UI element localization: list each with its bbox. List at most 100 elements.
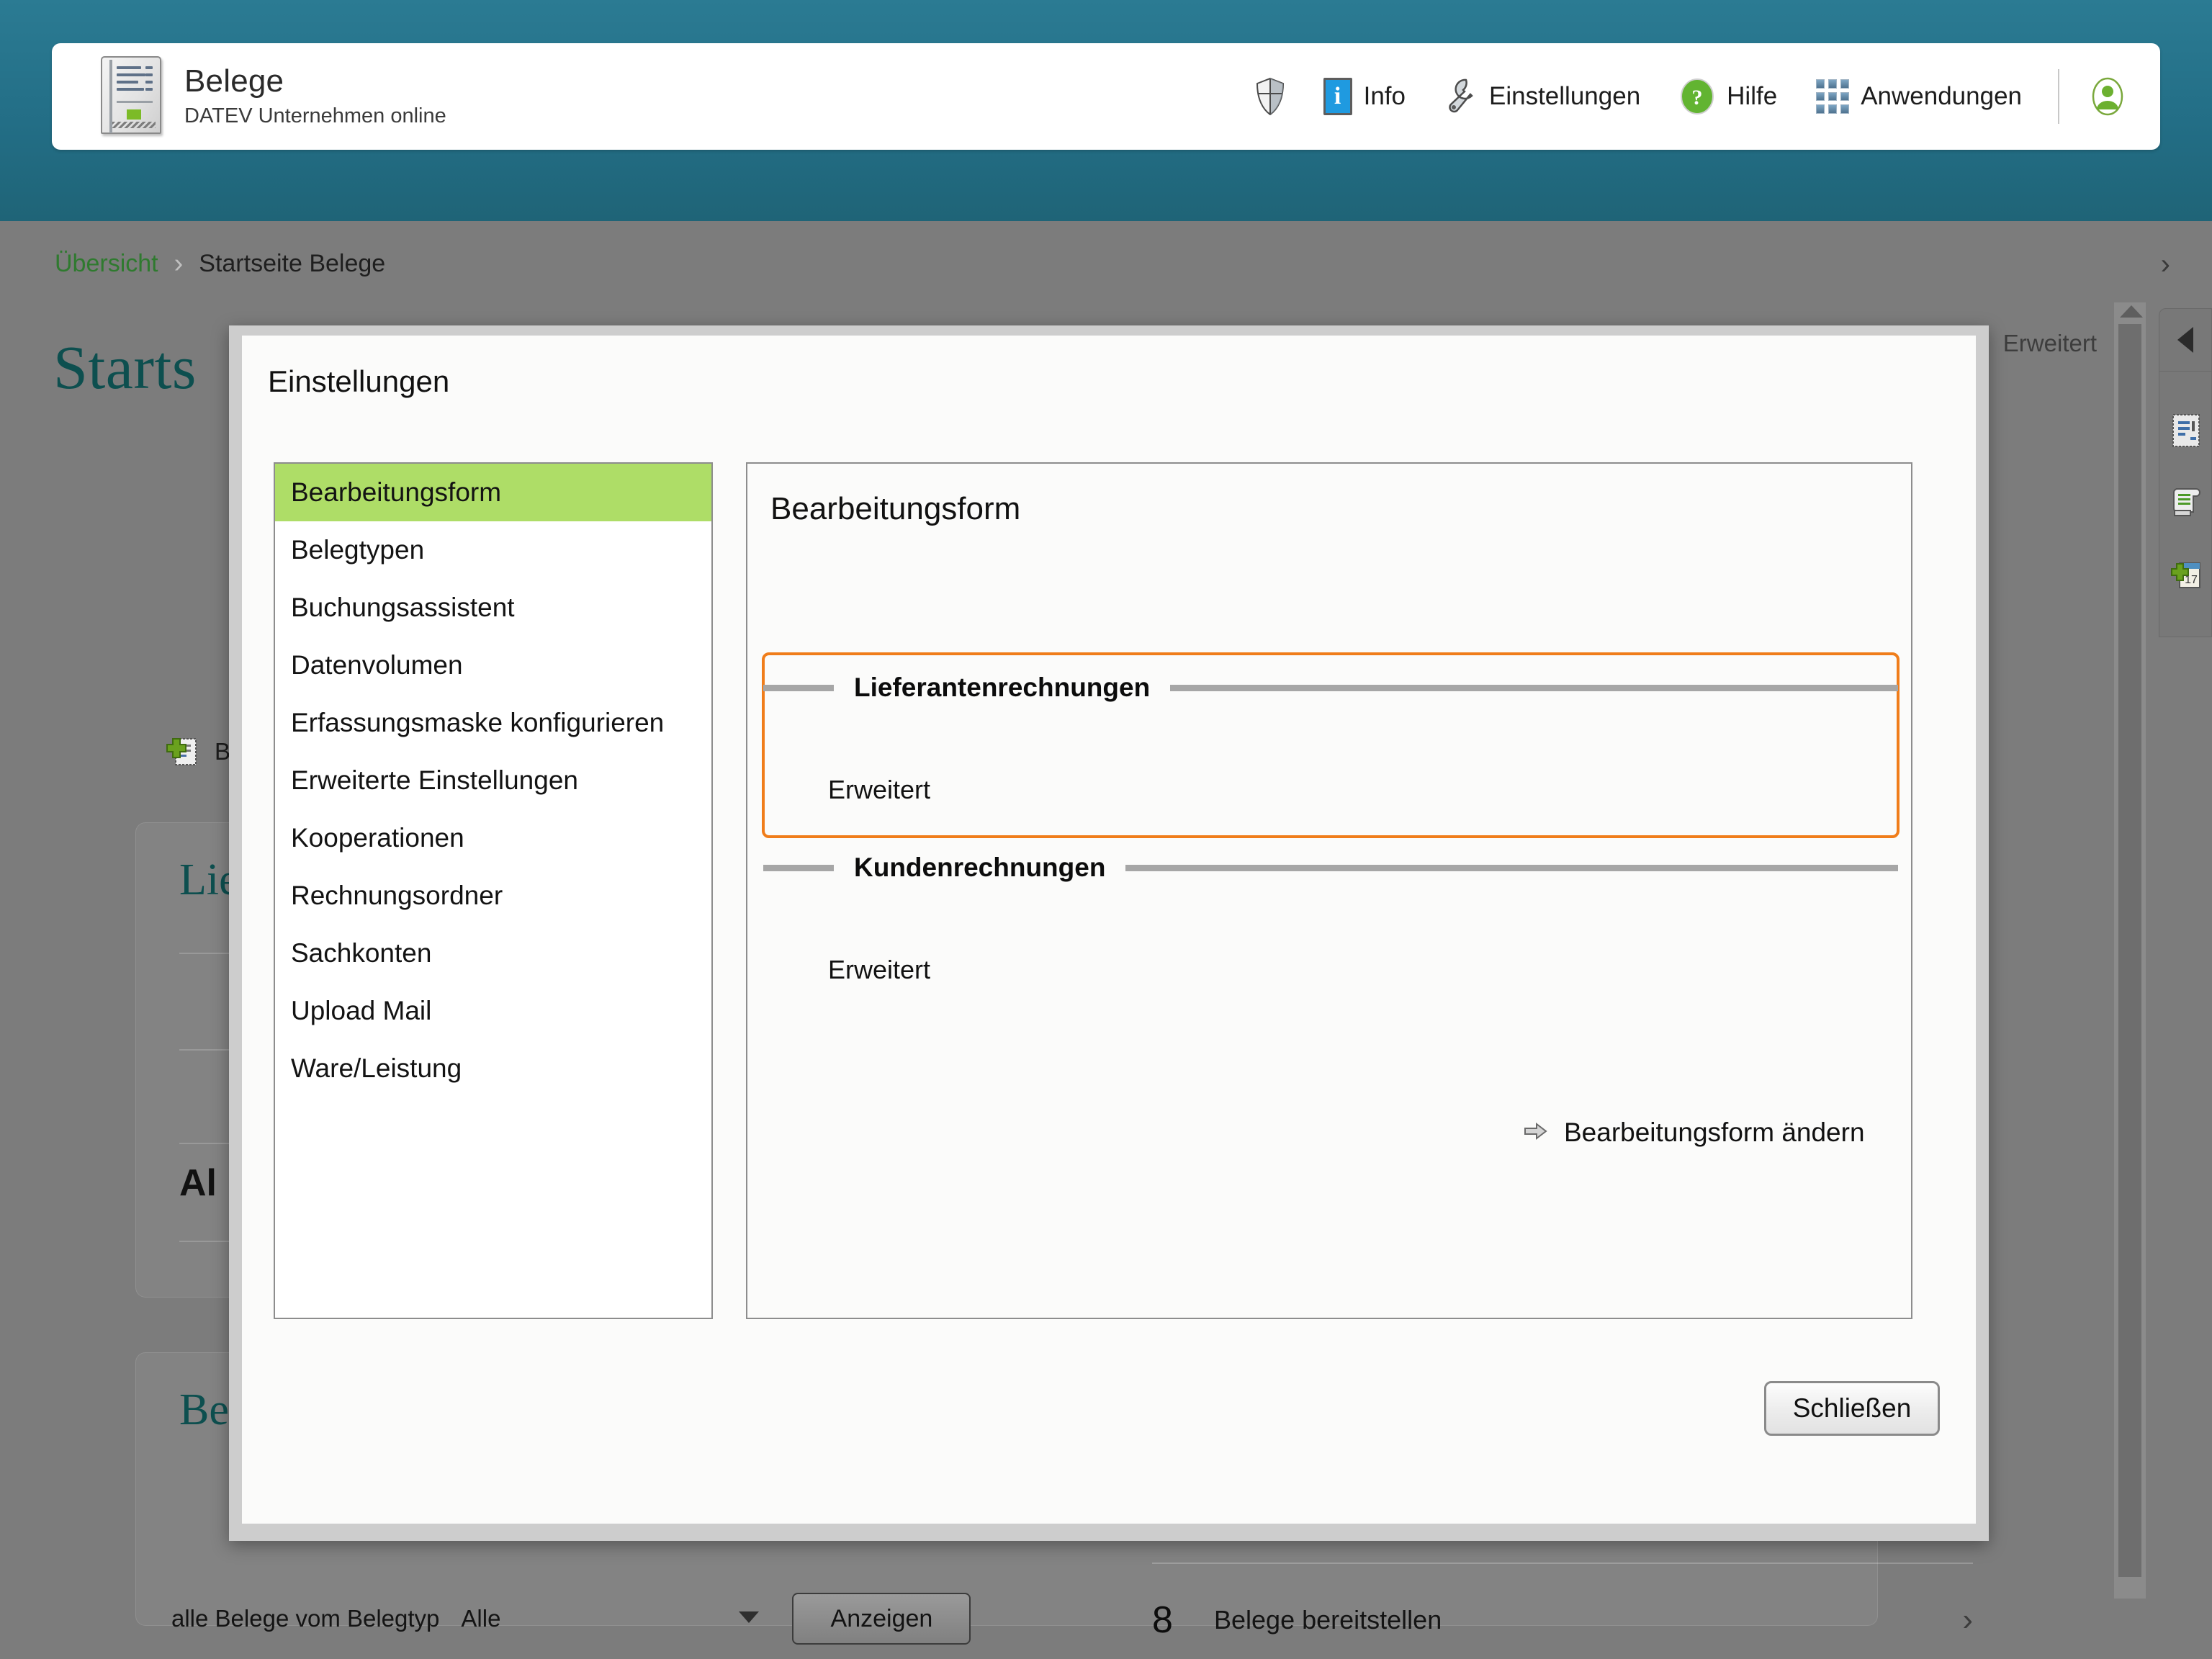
bearbeitungsform-aendern-label: Bearbeitungsform ändern bbox=[1564, 1118, 1865, 1148]
kundenrechnungen-value: Erweitert bbox=[828, 955, 930, 985]
sidebar-item-erweiterte-einstellungen[interactable]: Erweiterte Einstellungen bbox=[275, 752, 711, 809]
lieferantenrechnungen-value: Erweitert bbox=[828, 775, 930, 805]
sidebar-item-datenvolumen[interactable]: Datenvolumen bbox=[275, 637, 711, 694]
rail-item-scroll[interactable] bbox=[2159, 468, 2212, 540]
section-header-kundenrechnungen: Kundenrechnungen bbox=[763, 853, 1898, 883]
sidebar-item-label: Rechnungsordner bbox=[291, 881, 503, 911]
add-document-icon: 17 bbox=[2170, 557, 2203, 595]
section-dash bbox=[763, 685, 834, 691]
breadcrumb-current: Startseite Belege bbox=[199, 250, 385, 278]
belege-app-icon bbox=[96, 56, 166, 137]
section-rule bbox=[1125, 865, 1898, 871]
sidebar-item-label: Bearbeitungsform bbox=[291, 477, 501, 508]
dialog-title: Einstellungen bbox=[268, 364, 449, 399]
section-rule bbox=[1170, 685, 1898, 691]
breadcrumb-bar: Übersicht › Startseite Belege › bbox=[0, 221, 2212, 309]
belege-bereitstellen-count: 8 bbox=[1152, 1599, 1214, 1642]
app-title: Belege bbox=[184, 65, 446, 99]
shield-icon bbox=[1256, 78, 1285, 115]
app-header-bar: Belege DATEV Unternehmen online i I bbox=[52, 43, 2160, 150]
sidebar-item-buchungsassistent[interactable]: Buchungsassistent bbox=[275, 579, 711, 637]
right-rail: 17 bbox=[2159, 308, 2212, 637]
sidebar-item-erfassungsmaske-konfigurieren[interactable]: Erfassungsmaske konfigurieren bbox=[275, 694, 711, 752]
app-subtitle: DATEV Unternehmen online bbox=[184, 104, 446, 128]
content-heading: Bearbeitungsform bbox=[770, 491, 1020, 527]
divider bbox=[1152, 1563, 1973, 1564]
schliessen-button[interactable]: Schließen bbox=[1764, 1381, 1940, 1436]
sidebar-item-label: Erweiterte Einstellungen bbox=[291, 765, 578, 796]
sidebar-item-kooperationen[interactable]: Kooperationen bbox=[275, 809, 711, 867]
bearbeitungsform-aendern-link[interactable]: Bearbeitungsform ändern bbox=[1524, 1118, 1865, 1148]
app-title-block: Belege DATEV Unternehmen online bbox=[184, 65, 446, 128]
sidebar-item-bearbeitungsform[interactable]: Bearbeitungsform bbox=[275, 464, 711, 521]
chevron-down-icon bbox=[739, 1611, 759, 1623]
arrow-right-icon bbox=[1524, 1122, 1548, 1144]
nav-applications-label: Anwendungen bbox=[1861, 82, 2022, 111]
sidebar-item-sachkonten[interactable]: Sachkonten bbox=[275, 925, 711, 982]
sidebar-item-label: Upload Mail bbox=[291, 996, 431, 1026]
section-dash bbox=[763, 865, 834, 871]
nav-info[interactable]: i Info bbox=[1323, 78, 1406, 115]
belegtyp-filter: alle Belege vom Belegtyp Alle Anzeigen bbox=[171, 1593, 971, 1645]
rail-item-add[interactable]: 17 bbox=[2159, 540, 2212, 612]
sidebar-item-label: Belegtypen bbox=[291, 535, 424, 565]
rail-icon-list: 17 bbox=[2159, 372, 2212, 637]
sidebar-item-label: Kooperationen bbox=[291, 823, 464, 853]
scrollbar-thumb[interactable] bbox=[2118, 324, 2141, 1577]
breadcrumb-link-overview[interactable]: Übersicht bbox=[55, 250, 158, 278]
user-avatar-icon[interactable] bbox=[2088, 77, 2127, 116]
section-title: Lieferantenrechnungen bbox=[854, 673, 1150, 703]
scroll-up-arrow-icon[interactable] bbox=[2120, 305, 2143, 318]
nav-help-label: Hilfe bbox=[1727, 82, 1777, 111]
add-document-label: B bbox=[215, 738, 230, 765]
chevron-right-icon[interactable]: › bbox=[1962, 1602, 1973, 1638]
sidebar-item-label: Datenvolumen bbox=[291, 650, 463, 680]
section-header-lieferantenrechnungen: Lieferantenrechnungen bbox=[763, 673, 1898, 703]
sidebar-item-upload-mail[interactable]: Upload Mail bbox=[275, 982, 711, 1040]
nav-help[interactable]: ? Hilfe bbox=[1679, 78, 1777, 114]
card-lieferanten-strong: Al bbox=[179, 1161, 217, 1205]
page-advanced-label: Erweitert bbox=[2003, 330, 2097, 357]
belegtyp-filter-label: alle Belege vom Belegtyp bbox=[171, 1605, 439, 1632]
breadcrumb-expand-chevron-icon[interactable]: › bbox=[2161, 248, 2170, 281]
help-circle-icon: ? bbox=[1679, 78, 1715, 114]
belege-bereitstellen-block: 8 Belege bereitstellen › bbox=[1152, 1563, 1973, 1642]
header-nav: i Info Einstellungen bbox=[1256, 43, 2160, 150]
breadcrumb: Übersicht › Startseite Belege bbox=[55, 248, 385, 279]
belegtyp-select[interactable]: Alle bbox=[461, 1600, 770, 1637]
dialog-footer: Schließen bbox=[242, 1352, 1976, 1482]
settings-dialog: Einstellungen Bearbeitungsform Belegtype… bbox=[242, 336, 1976, 1524]
belegtyp-select-value: Alle bbox=[461, 1605, 500, 1632]
sidebar-item-label: Ware/Leistung bbox=[291, 1053, 462, 1084]
nav-settings[interactable]: Einstellungen bbox=[1444, 78, 1640, 114]
nav-security[interactable] bbox=[1256, 78, 1285, 115]
belege-bereitstellen-row[interactable]: 8 Belege bereitstellen › bbox=[1152, 1599, 1973, 1642]
sidebar-item-ware-leistung[interactable]: Ware/Leistung bbox=[275, 1040, 711, 1097]
dialog-content: Bearbeitungsform Lieferantenrechnungen E… bbox=[746, 462, 1912, 1319]
apps-grid-icon bbox=[1816, 79, 1849, 114]
add-document-row[interactable]: B bbox=[164, 734, 230, 769]
sidebar-item-label: Sachkonten bbox=[291, 938, 431, 968]
anzeigen-button[interactable]: Anzeigen bbox=[792, 1593, 971, 1645]
rail-collapse-button[interactable] bbox=[2159, 308, 2212, 372]
sidebar-item-rechnungsordner[interactable]: Rechnungsordner bbox=[275, 867, 711, 925]
nav-applications[interactable]: Anwendungen bbox=[1816, 79, 2022, 114]
nav-info-label: Info bbox=[1364, 82, 1406, 111]
info-icon: i bbox=[1323, 78, 1352, 115]
scroll-document-icon bbox=[2170, 486, 2202, 523]
document-list-icon bbox=[2171, 413, 2201, 452]
section-title: Kundenrechnungen bbox=[854, 853, 1105, 883]
sidebar-item-label: Buchungsassistent bbox=[291, 593, 515, 623]
dialog-sidebar: Bearbeitungsform Belegtypen Buchungsassi… bbox=[274, 462, 713, 1319]
nav-settings-label: Einstellungen bbox=[1489, 82, 1640, 111]
sidebar-item-label: Erfassungsmaske konfigurieren bbox=[291, 708, 664, 738]
nav-divider bbox=[2058, 69, 2059, 124]
add-document-icon bbox=[164, 734, 199, 769]
sidebar-item-belegtypen[interactable]: Belegtypen bbox=[275, 521, 711, 579]
page-title: Starts bbox=[53, 331, 197, 403]
belege-bereitstellen-label: Belege bereitstellen bbox=[1214, 1605, 1442, 1635]
svg-text:?: ? bbox=[1692, 86, 1703, 109]
wrench-icon bbox=[1444, 78, 1478, 114]
breadcrumb-separator: › bbox=[174, 248, 184, 279]
rail-item-documents[interactable] bbox=[2159, 396, 2212, 468]
